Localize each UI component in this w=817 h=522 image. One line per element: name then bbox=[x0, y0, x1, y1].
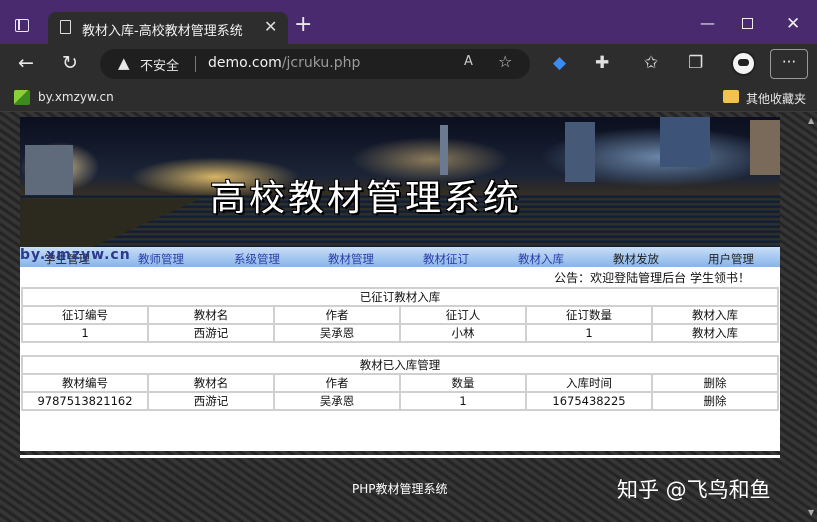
table-cell: 9787513821162 bbox=[21, 391, 149, 411]
url-host: demo.com bbox=[208, 55, 282, 71]
table-cell: 吴承恩 bbox=[273, 391, 401, 411]
banner-building bbox=[565, 122, 595, 182]
nav-textbook-distribution[interactable]: 教材发放 bbox=[613, 251, 659, 267]
bookmark-item[interactable]: by.xmzyw.cn bbox=[38, 90, 114, 104]
zhihu-watermark: 知乎 @飞鸟和鱼 bbox=[617, 478, 771, 502]
column-header: 教材编号 bbox=[21, 373, 149, 393]
scrollbar[interactable]: ▲ ▼ bbox=[805, 112, 817, 522]
column-header: 教材入库 bbox=[651, 305, 779, 325]
security-label[interactable]: 不安全 bbox=[140, 55, 179, 74]
site-watermark: by.xmzyw.cn bbox=[20, 247, 131, 263]
table-title: 已征订教材入库 bbox=[21, 287, 779, 307]
favorites-icon[interactable]: ✩ bbox=[644, 53, 658, 73]
nav-textbooks[interactable]: 教材管理 bbox=[328, 251, 374, 267]
read-aloud-icon[interactable]: A bbox=[464, 54, 473, 69]
reload-icon[interactable]: ↻ bbox=[62, 52, 78, 74]
table-cell: 西游记 bbox=[147, 323, 275, 343]
banner-tower bbox=[440, 125, 448, 175]
scroll-down-icon[interactable]: ▼ bbox=[808, 508, 814, 517]
bookmarks-bar: by.xmzyw.cn 其他收藏夹 bbox=[0, 84, 817, 112]
tab-title: 教材入库-高校教材管理系统 bbox=[82, 24, 243, 39]
nav-users[interactable]: 用户管理 bbox=[708, 251, 754, 267]
column-header: 征订编号 bbox=[21, 305, 149, 325]
column-header: 征订数量 bbox=[525, 305, 653, 325]
nav-departments[interactable]: 系级管理 bbox=[234, 251, 280, 267]
ordered-textbooks-table: 已征订教材入库 征订编号 教材名 作者 征订人 征订数量 教材入库 1 西游记 … bbox=[21, 287, 779, 343]
table-title: 教材已入库管理 bbox=[21, 355, 779, 375]
address-bar[interactable]: ▲ 不安全 demo.com/jcruku.php A ☆ bbox=[100, 49, 530, 79]
table-header-row: 教材编号 教材名 作者 数量 入库时间 删除 bbox=[21, 373, 779, 393]
column-header: 作者 bbox=[273, 305, 401, 325]
table-header-row: 征订编号 教材名 作者 征订人 征订数量 教材入库 bbox=[21, 305, 779, 325]
nav-textbook-stock-in[interactable]: 教材入库 bbox=[518, 251, 564, 267]
column-header: 入库时间 bbox=[525, 373, 653, 393]
table-title-row: 教材已入库管理 bbox=[21, 355, 779, 375]
table-cell: 1675438225 bbox=[525, 391, 653, 411]
new-tab-button[interactable]: + bbox=[294, 14, 312, 36]
more-menu-button[interactable]: ··· bbox=[770, 49, 808, 79]
header-banner: 高校教材管理系统 bbox=[20, 117, 780, 247]
collections-icon[interactable]: ❐ bbox=[688, 53, 703, 73]
window-maximize-button[interactable] bbox=[742, 18, 753, 29]
stock-in-link[interactable]: 教材入库 bbox=[651, 323, 779, 343]
browser-tab-active[interactable]: 教材入库-高校教材管理系统 ✕ bbox=[48, 12, 288, 44]
bookmark-site-icon bbox=[14, 90, 30, 105]
profile-avatar[interactable] bbox=[731, 51, 756, 76]
window-close-button[interactable]: ✕ bbox=[786, 14, 800, 34]
main-content: 公告：欢迎登陆管理后台 学生领书！ 已征订教材入库 征订编号 教材名 作者 征订… bbox=[20, 267, 780, 451]
column-header: 删除 bbox=[651, 373, 779, 393]
column-header: 教材名 bbox=[147, 305, 275, 325]
browser-toolbar: ← ↻ ▲ 不安全 demo.com/jcruku.php A ☆ ◆ ✚ ✩ … bbox=[0, 44, 817, 84]
browser-titlebar: 教材入库-高校教材管理系统 ✕ + — ✕ bbox=[0, 0, 817, 44]
notice-text: 公告：欢迎登陆管理后台 学生领书！ bbox=[554, 271, 750, 285]
scroll-up-icon[interactable]: ▲ bbox=[808, 116, 814, 125]
table-cell: 1 bbox=[525, 323, 653, 343]
footer-text: PHP教材管理系统 bbox=[352, 482, 448, 496]
nav-teachers[interactable]: 教师管理 bbox=[138, 251, 184, 267]
tab-actions-button[interactable] bbox=[10, 14, 36, 38]
table-cell: 西游记 bbox=[147, 391, 275, 411]
nav-textbook-orders[interactable]: 教材征订 bbox=[423, 251, 469, 267]
stocked-textbooks-table: 教材已入库管理 教材编号 教材名 作者 数量 入库时间 删除 978751382… bbox=[21, 355, 779, 411]
extension-icon[interactable]: ◆ bbox=[553, 53, 566, 73]
table-cell: 小林 bbox=[399, 323, 527, 343]
footer-divider bbox=[20, 455, 780, 458]
column-header: 征订人 bbox=[399, 305, 527, 325]
warning-icon[interactable]: ▲ bbox=[118, 54, 130, 72]
window-minimize-button[interactable]: — bbox=[700, 14, 715, 32]
table-cell: 吴承恩 bbox=[273, 323, 401, 343]
banner-building bbox=[750, 120, 780, 175]
banner-building bbox=[660, 117, 710, 167]
tab-actions-icon bbox=[15, 19, 29, 32]
table-title-row: 已征订教材入库 bbox=[21, 287, 779, 307]
banner-building bbox=[25, 145, 73, 195]
folder-icon bbox=[723, 90, 739, 103]
column-header: 数量 bbox=[399, 373, 527, 393]
table-row: 1 西游记 吴承恩 小林 1 教材入库 bbox=[21, 323, 779, 343]
main-nav: 学生管理 教师管理 系级管理 教材管理 教材征订 教材入库 教材发放 用户管理 bbox=[20, 247, 780, 267]
table-cell: 1 bbox=[21, 323, 149, 343]
page-icon bbox=[60, 20, 71, 34]
add-favorite-icon[interactable]: ☆ bbox=[498, 52, 512, 71]
other-favorites-link[interactable]: 其他收藏夹 bbox=[746, 90, 806, 107]
column-header: 教材名 bbox=[147, 373, 275, 393]
table-row: 9787513821162 西游记 吴承恩 1 1675438225 删除 bbox=[21, 391, 779, 411]
tab-close-icon[interactable]: ✕ bbox=[264, 17, 277, 36]
url-path: /jcruku.php bbox=[281, 55, 361, 71]
site-title: 高校教材管理系统 bbox=[210, 178, 523, 219]
url-text[interactable]: demo.com/jcruku.php bbox=[208, 55, 360, 71]
extensions-puzzle-icon[interactable]: ✚ bbox=[595, 53, 609, 73]
address-separator bbox=[195, 56, 196, 72]
back-arrow-icon[interactable]: ← bbox=[18, 52, 34, 74]
table-cell: 1 bbox=[399, 391, 527, 411]
delete-link[interactable]: 删除 bbox=[651, 391, 779, 411]
column-header: 作者 bbox=[273, 373, 401, 393]
